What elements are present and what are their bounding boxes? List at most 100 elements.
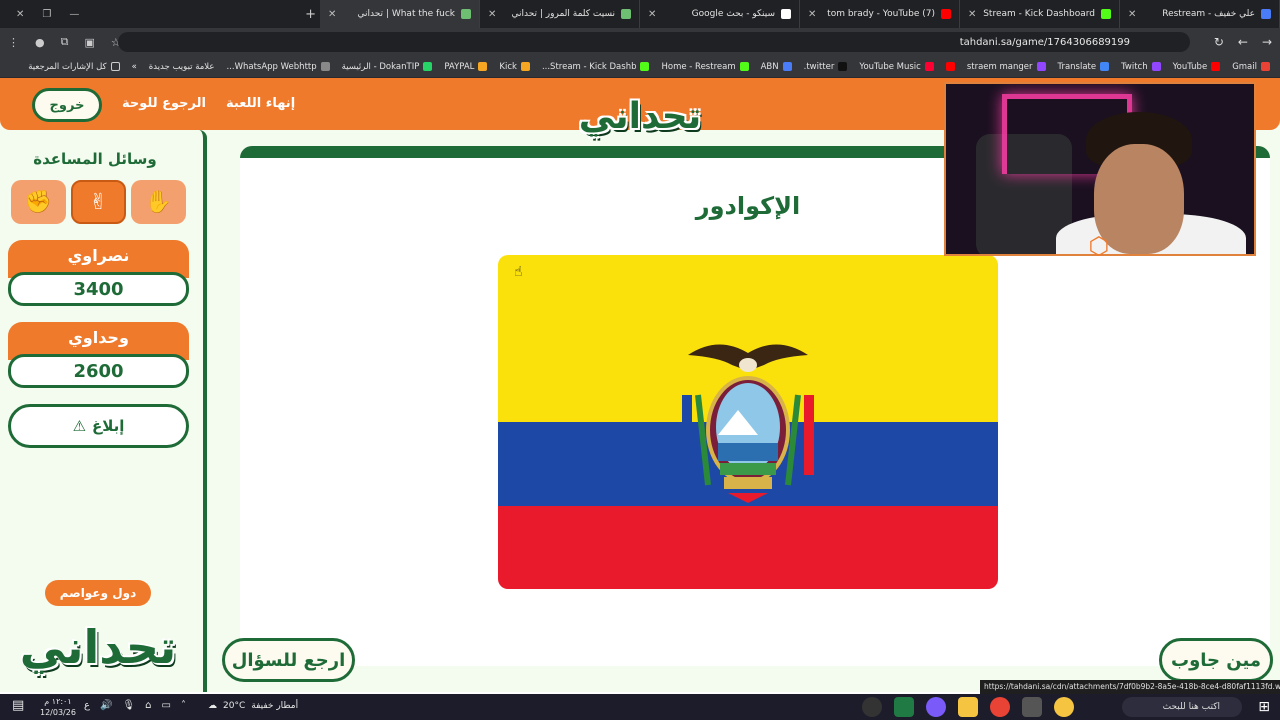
bookmark-item[interactable]: ABN [761, 62, 792, 72]
bookmark-item[interactable]: DokanTIP - الرئيسية [342, 62, 433, 72]
browser-tab[interactable]: (7) tom brady - YouTube ✕ [800, 0, 960, 28]
tray-overflow-icon[interactable]: ˄ [181, 700, 186, 711]
battery-icon[interactable]: ▭ [161, 700, 170, 711]
copilot-icon[interactable] [1054, 697, 1074, 717]
url-field[interactable]: tahdani.sa/game/1764306689199 [118, 32, 1190, 52]
link-status-bar: https://tahdani.sa/cdn/attachments/7df0b… [980, 680, 1280, 694]
help-fist-button[interactable]: ✊ [11, 180, 66, 224]
browser-tab[interactable]: نسيت كلمة المرور | تحداني ✕ [480, 0, 640, 28]
all-bookmarks-folder[interactable]: كل الإشارات المرجعية [28, 62, 120, 72]
browser-tab-active[interactable]: What the fuck | تحداني ✕ [320, 0, 480, 28]
streamer-logo-icon: ⬡ [1088, 232, 1110, 260]
close-window-icon[interactable]: ✕ [16, 9, 24, 20]
help-peace-button[interactable]: ✌ [71, 180, 126, 224]
bookmark-item[interactable]: twitter. [804, 62, 848, 72]
extensions-icon[interactable]: ⧉ [61, 35, 69, 49]
restore-window-icon[interactable]: ❐ [42, 9, 51, 20]
tab-favicon-icon [1261, 9, 1271, 19]
weather-widget[interactable]: ☁ 20°C أمطار خفيفة [208, 701, 298, 711]
bookmark-favicon-icon [320, 62, 330, 71]
profile-icon[interactable]: ● [35, 36, 45, 49]
cloud-rain-icon: ☁ [208, 701, 217, 711]
taskbar-search-input[interactable]: اكتب هنا للبحث [1122, 697, 1242, 717]
back-to-board-link[interactable]: الرجوع للوحة [122, 96, 206, 111]
back-to-question-button[interactable]: ارجع للسؤال [222, 638, 355, 682]
taskbar-apps [862, 697, 1074, 717]
bookmark-favicon-icon [1151, 62, 1161, 71]
forward-icon[interactable]: ← [1238, 35, 1248, 49]
bookmark-item[interactable]: Translate [1058, 62, 1110, 72]
volume-icon[interactable]: 🔊 [100, 700, 112, 711]
bookmark-item[interactable]: Stream - Kick Dashb... [542, 62, 650, 72]
flag-stripe-red [498, 506, 998, 589]
bookmarks-overflow-icon[interactable]: » [132, 62, 137, 72]
report-button[interactable]: ⚠ إبلاغ [8, 404, 189, 448]
tab-close-icon[interactable]: ✕ [1128, 9, 1136, 20]
bookmark-favicon-icon [782, 62, 792, 71]
tab-close-icon[interactable]: ✕ [328, 9, 336, 20]
bookmark-item[interactable]: YouTube Music [859, 62, 934, 72]
window-controls: ✕ ❐ — [0, 0, 79, 28]
messenger-app-icon[interactable] [926, 697, 946, 717]
end-game-link[interactable]: إنهاء اللعبة [226, 96, 295, 111]
who-answered-button[interactable]: مين جاوب [1159, 638, 1273, 682]
tab-close-icon[interactable]: ✕ [808, 9, 816, 20]
hand-cursor-icon: ☝ [514, 264, 523, 280]
minimize-window-icon[interactable]: — [69, 9, 79, 20]
bookmark-item[interactable]: علامة تبويب جديدة [149, 62, 215, 72]
tab-close-icon[interactable]: ✕ [968, 9, 976, 20]
chrome-app-icon[interactable] [990, 697, 1010, 717]
tab-close-icon[interactable]: ✕ [648, 9, 656, 20]
bookmark-item[interactable]: Gmail [1232, 62, 1270, 72]
bookmark-favicon-icon [739, 62, 749, 71]
bookmark-item[interactable]: Twitch [1121, 62, 1161, 72]
new-tab-icon[interactable]: + [305, 7, 316, 22]
notifications-icon[interactable]: ▤ [12, 698, 24, 713]
bookmark-favicon-icon [423, 62, 433, 71]
bookmarks-bar: Gmail YouTube Twitch Translate straem ma… [0, 56, 1280, 78]
windows-start-icon[interactable]: ⊞ [1258, 699, 1270, 715]
webcam-overlay [944, 82, 1256, 256]
obs-app-icon[interactable] [862, 697, 882, 717]
category-badge: دول وعواصم [45, 580, 151, 606]
bookmark-item[interactable] [945, 62, 955, 71]
help-handshake-button[interactable]: ✋ [131, 180, 186, 224]
browser-tab[interactable]: Stream - Kick Dashboard ✕ [960, 0, 1120, 28]
bookmark-favicon-icon [478, 62, 488, 71]
bookmark-favicon-icon [1211, 62, 1221, 71]
bookmark-favicon-icon [945, 62, 955, 71]
bookmark-item[interactable]: YouTube [1173, 62, 1221, 72]
tab-favicon-icon [781, 9, 791, 19]
bookmark-item[interactable]: Home - Restream [661, 62, 749, 72]
peace-hand-icon: ✌ [89, 189, 108, 215]
bookmark-favicon-icon [924, 62, 934, 71]
language-icon[interactable]: ع [84, 700, 90, 711]
excel-app-icon[interactable] [894, 697, 914, 717]
back-icon[interactable]: → [1262, 35, 1272, 49]
bookmark-item[interactable]: PAYPAL [444, 62, 488, 72]
cast-icon[interactable]: ▣ [84, 36, 94, 49]
team-score: 3400 [8, 272, 189, 306]
microphone-icon[interactable]: 🎙 [122, 700, 135, 711]
bookmark-favicon-icon [1100, 62, 1110, 71]
bookmark-favicon-icon [1261, 62, 1270, 71]
bookmark-item[interactable]: WhatsApp Webhttp... [226, 62, 330, 72]
site-logo[interactable]: تحداني [572, 96, 708, 146]
task-view-icon[interactable] [1022, 697, 1042, 717]
side-panel: وسائل المساعدة ✊ ✌ ✋ نصراوي 3400 وحداوي … [0, 130, 207, 692]
tab-close-icon[interactable]: ✕ [488, 9, 496, 20]
exit-button[interactable]: خروج [32, 88, 102, 122]
browser-tab[interactable]: علي خفيف - Restream ✕ [1120, 0, 1280, 28]
browser-tab[interactable]: سينكو - بحث Google ✕ [640, 0, 800, 28]
bookmark-favicon-icon [520, 62, 530, 71]
network-icon[interactable]: ⌂ [145, 700, 151, 711]
reload-icon[interactable]: ↻ [1214, 35, 1224, 49]
menu-icon[interactable]: ⋮ [8, 36, 19, 49]
tab-favicon-icon [941, 9, 951, 19]
bookmark-item[interactable]: Kick [499, 62, 530, 72]
team-card: نصراوي 3400 [8, 240, 189, 306]
team-card: وحداوي 2600 [8, 322, 189, 388]
file-explorer-icon[interactable] [958, 697, 978, 717]
bookmark-item[interactable]: straem manger [967, 62, 1046, 72]
taskbar-clock[interactable]: ١٢:٠١ م 12/03/26 [40, 696, 76, 718]
